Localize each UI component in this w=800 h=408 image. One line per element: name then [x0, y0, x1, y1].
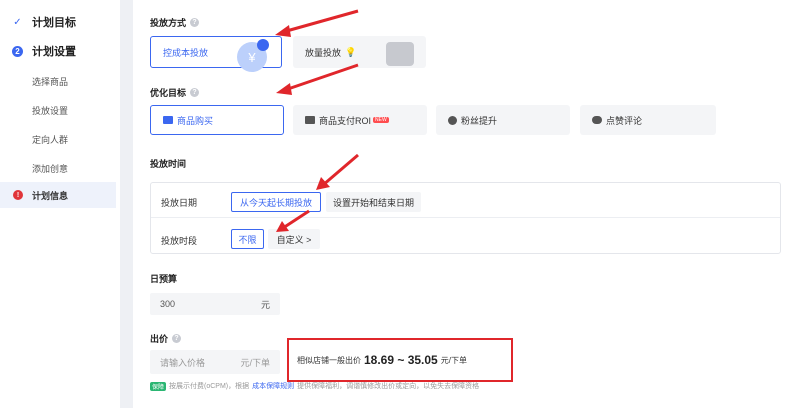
shopping-icon — [163, 116, 173, 124]
help-icon[interactable]: ? — [190, 88, 200, 97]
bid-hint-box: 相似店铺一般出价 18.69 ~ 35.05 元/下单 — [287, 338, 513, 382]
schedule-title-text: 投放时间 — [150, 159, 187, 169]
step-plan-settings[interactable]: 2 计划设置 — [0, 38, 116, 64]
guarantee-tag: 保障 — [150, 381, 167, 391]
user-plus-icon — [448, 115, 457, 125]
footer-text-2: 提供保障福利，调谐慎修改出价或定向，以免失去保障资格 — [297, 383, 480, 390]
step-plan-info-label: 计划信息 — [32, 190, 69, 201]
goal-roi-label: 商品支付ROI — [319, 115, 372, 126]
slot-unlimited-button[interactable]: 不限 — [231, 229, 264, 249]
bid-placeholder: 请输入价格 — [160, 357, 206, 368]
step-plan-goal-label: 计划目标 — [32, 17, 76, 29]
budget-unit: 元 — [260, 299, 270, 310]
budget-title-text: 日预算 — [150, 274, 178, 284]
date-range-button[interactable]: 设置开始和结束日期 — [326, 192, 421, 212]
bid-hint-prefix: 相似店铺一般出价 — [297, 355, 361, 365]
main-panel: 投放方式 ? 控成本投放 ¥ 放量投放 💡 优化目标 ? 商品购买 商品支付RO… — [133, 0, 800, 408]
delivery-title-text: 投放方式 — [150, 18, 187, 28]
footer-text-1: 按展示付费(oCPM)，根据 — [169, 383, 250, 390]
bid-title: 出价 ? — [150, 332, 182, 345]
goal-fans-label: 粉丝提升 — [461, 115, 498, 126]
bid-hint-range: 18.69 ~ 35.05 — [364, 353, 438, 367]
annotation-arrow — [276, 209, 310, 232]
sub-item-select-product[interactable]: 选择商品 — [32, 75, 68, 88]
step-plan-goal[interactable]: ✓ 计划目标 — [0, 9, 116, 35]
goal-product-purchase[interactable]: 商品购买 — [150, 105, 284, 135]
budget-value: 300 — [160, 299, 176, 309]
optimize-title-text: 优化目标 — [150, 88, 187, 98]
schedule-title: 投放时间 — [150, 157, 186, 170]
bid-hint-unit: 元/下单 — [440, 355, 467, 365]
sub-item-targeting[interactable]: 定向人群 — [32, 133, 68, 146]
check-icon: ✓ — [13, 16, 22, 28]
goal-roi[interactable]: 商品支付ROI NEW — [293, 105, 427, 135]
goal-likes-label: 点赞评论 — [606, 115, 643, 126]
yen-badge-icon — [257, 39, 269, 51]
guarantee-rules-link[interactable]: 成本保障规则 — [252, 381, 294, 391]
sidebar: ✓ 计划目标 2 计划设置 选择商品 投放设置 定向人群 添加创意 ! 计划信息 — [0, 0, 120, 408]
option-volume-label: 放量投放 — [305, 47, 342, 58]
goal-likes[interactable]: 点赞评论 — [580, 105, 716, 135]
goal-product-purchase-label: 商品购买 — [177, 115, 214, 126]
annotation-arrow — [276, 63, 359, 95]
slot-label: 投放时段 — [161, 236, 198, 246]
bid-title-text: 出价 — [150, 334, 169, 344]
help-icon[interactable]: ? — [190, 18, 200, 27]
annotation-arrow — [316, 153, 359, 190]
bid-input[interactable]: 请输入价格 元/下单 — [150, 350, 280, 374]
wallet-icon — [305, 116, 315, 124]
goal-fans[interactable]: 粉丝提升 — [436, 105, 570, 135]
annotation-arrow — [275, 9, 359, 37]
bulb-icon: 💡 — [345, 46, 357, 57]
budget-title: 日预算 — [150, 272, 177, 285]
option-cost-control-label: 控成本投放 — [163, 47, 209, 58]
option-cost-control[interactable]: 控成本投放 ¥ — [150, 36, 282, 72]
divider — [151, 217, 780, 218]
alert-icon: ! — [13, 190, 23, 200]
budget-input[interactable]: 300 元 — [150, 293, 280, 315]
help-icon[interactable]: ? — [172, 334, 182, 343]
comment-icon — [592, 116, 602, 124]
delivery-title: 投放方式 ? — [150, 16, 200, 29]
step-plan-info[interactable]: ! 计划信息 — [0, 182, 116, 208]
sub-item-delivery-settings[interactable]: 投放设置 — [32, 104, 68, 117]
sub-item-add-creative[interactable]: 添加创意 — [32, 162, 68, 175]
optimize-title: 优化目标 ? — [150, 86, 200, 99]
new-badge: NEW — [373, 117, 389, 123]
step-plan-settings-label: 计划设置 — [32, 46, 76, 58]
trend-chart-icon — [386, 42, 414, 66]
footer-note: 保障 按展示付费(oCPM)，根据 成本保障规则 提供保障福利，调谐慎修改出价或… — [150, 381, 479, 391]
date-label: 投放日期 — [161, 198, 198, 208]
step-number-badge: 2 — [12, 45, 23, 57]
bid-unit: 元/下单 — [240, 357, 270, 368]
schedule-box: 投放日期 从今天起长期投放 设置开始和结束日期 投放时段 不限 自定义 > — [150, 182, 781, 254]
